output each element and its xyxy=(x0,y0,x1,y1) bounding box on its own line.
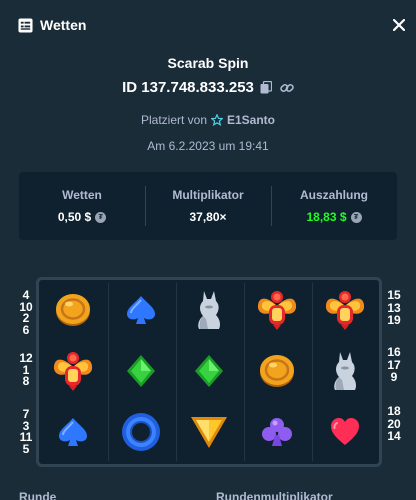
bet-id: ID 137.748.833.253 xyxy=(122,79,254,96)
stat-amount: 37,80× xyxy=(189,210,227,224)
scarab-icon xyxy=(50,348,96,394)
vip-star-icon xyxy=(211,114,223,126)
payline-group-right: 15 13 19 xyxy=(385,289,403,328)
payline-group-left: 12 1 8 xyxy=(19,352,33,388)
blue-ring-icon xyxy=(118,409,164,455)
stat-label: Multiplikator xyxy=(172,188,244,202)
stat-value: 0,50 $ ₮ xyxy=(57,210,107,224)
payline-group-right: 16 17 9 xyxy=(385,346,403,385)
copy-icon[interactable] xyxy=(260,80,274,95)
payline-number: 19 xyxy=(387,313,401,327)
payline-number: 9 xyxy=(390,370,398,384)
reel-grid xyxy=(36,277,382,467)
stat-label: Wetten xyxy=(62,188,102,202)
blue-spade-icon xyxy=(50,409,96,455)
reel-divider xyxy=(108,283,109,461)
currency-coin-icon: ₮ xyxy=(350,211,362,223)
game-title[interactable]: Scarab Spin xyxy=(0,55,416,71)
stat-amount: 18,83 $ xyxy=(306,210,347,224)
placed-by-label: Platziert von xyxy=(140,113,207,127)
payline-group-left: 7 3 11 5 xyxy=(19,408,33,456)
placed-by: Platziert von E1Santo xyxy=(0,113,416,127)
bet-id-row: ID 137.748.833.253 xyxy=(0,79,416,96)
yellow-triangle-icon xyxy=(186,409,232,455)
stat-amount: 0,50 $ xyxy=(57,210,92,224)
stat-value: 18,83 $ ₮ xyxy=(306,210,362,224)
close-icon xyxy=(393,19,405,31)
gold-coin-icon xyxy=(50,287,96,333)
payline-group-left: 4 10 2 6 xyxy=(19,289,33,337)
gold-coin-icon xyxy=(254,348,300,394)
green-diamond-icon xyxy=(186,348,232,394)
username-link[interactable]: E1Santo xyxy=(227,113,275,127)
payline-number: 5 xyxy=(22,441,30,456)
bet-stats-card: Wetten 0,50 $ ₮ Multiplikator 37,80× Aus… xyxy=(19,172,397,240)
round-multiplier-label: Rundenmultiplikator xyxy=(216,490,333,500)
close-button[interactable] xyxy=(390,16,408,34)
payline-number: 6 xyxy=(22,322,30,337)
stat-value: 37,80× xyxy=(189,210,226,224)
stat-multiplier: Multiplikator 37,80× xyxy=(145,172,271,240)
link-icon[interactable] xyxy=(280,81,294,95)
red-heart-icon xyxy=(322,409,368,455)
stat-label: Auszahlung xyxy=(300,188,368,202)
bet-date: Am 6.2.2023 um 19:41 xyxy=(147,139,269,153)
blue-spade-icon xyxy=(118,287,164,333)
payline-number: 14 xyxy=(387,429,401,443)
payline-group-right: 18 20 14 xyxy=(385,405,403,444)
reel-divider xyxy=(176,283,177,461)
payline-number: 8 xyxy=(22,374,30,388)
cat-statue-icon xyxy=(322,348,368,394)
scarab-icon xyxy=(322,287,368,333)
reel-divider xyxy=(312,283,313,461)
reel-divider xyxy=(244,283,245,461)
stat-bet: Wetten 0,50 $ ₮ xyxy=(19,172,145,240)
currency-coin-icon: ₮ xyxy=(95,211,107,223)
purple-club-icon xyxy=(254,409,300,455)
cat-statue-icon xyxy=(186,287,232,333)
receipt-list-icon xyxy=(18,18,33,33)
scarab-icon xyxy=(254,287,300,333)
modal-header: Wetten xyxy=(0,0,416,52)
stat-payout: Auszahlung 18,83 $ ₮ xyxy=(271,172,397,240)
modal-title: Wetten xyxy=(40,17,87,33)
green-diamond-icon xyxy=(118,348,164,394)
round-label: Runde xyxy=(19,490,57,500)
